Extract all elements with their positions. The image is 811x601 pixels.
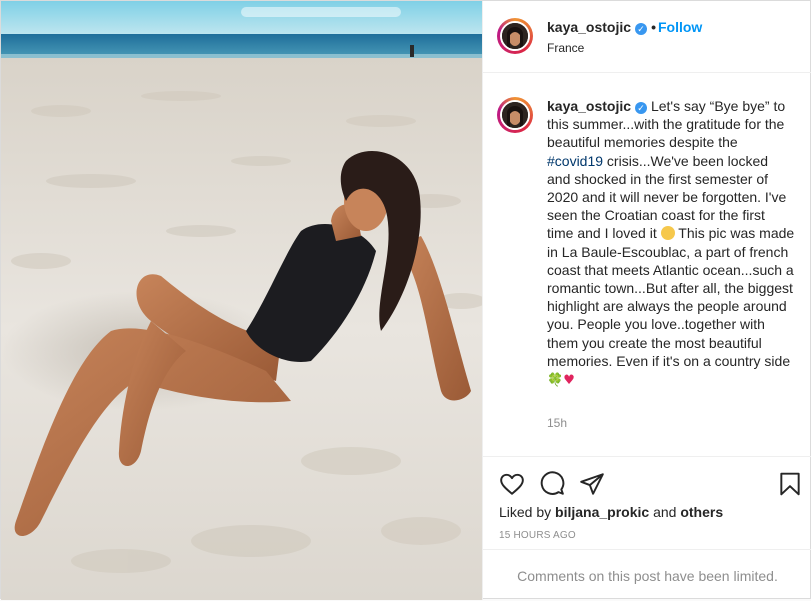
liked-by-user-link[interactable]: biljana_prokic [555, 504, 649, 520]
comment-bubble-icon[interactable] [539, 471, 565, 497]
caption-username[interactable]: kaya_ostojic [547, 98, 631, 114]
caption-text-part3: This pic was made in La Baule-Escoublac,… [547, 225, 795, 369]
caption-text: kaya_ostojic ✓ Let's say “Bye bye” to thi… [547, 97, 795, 390]
separator-dot: • [651, 19, 656, 35]
author-username-row: kaya_ostojic ✓ • Follow [547, 19, 702, 35]
author-username[interactable]: kaya_ostojic [547, 19, 631, 35]
caption-verified-badge-icon: ✓ [635, 102, 648, 114]
red-heart-emoji-icon: ♥ [563, 373, 575, 389]
caption-area: kaya_ostojic ✓ Let's say “Bye bye” to thi… [483, 73, 811, 456]
four-leaf-clover-emoji-icon: 🍀 [547, 373, 564, 389]
heart-outline-icon[interactable] [499, 471, 525, 497]
liked-by-others-link[interactable]: others [680, 504, 723, 520]
caption-avatar[interactable] [500, 100, 530, 130]
author-avatar-ring[interactable] [497, 18, 533, 54]
post-photo[interactable] [1, 1, 482, 600]
liked-by-connector: and [649, 504, 681, 520]
post-header: kaya_ostojic ✓ • Follow France [483, 1, 811, 73]
paper-plane-icon[interactable] [579, 471, 605, 497]
bookmark-icon[interactable] [777, 471, 803, 497]
hashtag-link[interactable]: #covid19 [547, 153, 603, 169]
caption-time[interactable]: 15h [547, 416, 567, 430]
liked-by-text: Liked by biljana_prokic and others [499, 504, 723, 520]
verified-badge-icon: ✓ [635, 23, 648, 35]
liked-by-prefix: Liked by [499, 504, 556, 520]
smiling-face-emoji-icon [660, 226, 675, 241]
author-avatar[interactable] [500, 21, 530, 51]
posted-time[interactable]: 15 HOURS AGO [499, 530, 576, 541]
post-actions: Liked by biljana_prokic and others 15 HO… [483, 456, 811, 601]
comments-limited-notice: Comments on this post have been limited. [483, 549, 811, 601]
follow-button[interactable]: Follow [658, 19, 702, 35]
post-location[interactable]: France [547, 41, 584, 55]
caption-avatar-ring[interactable] [497, 97, 533, 133]
post-modal: kaya_ostojic ✓ • Follow France kaya_ostojic… [0, 0, 811, 600]
post-side-panel: kaya_ostojic ✓ • Follow France kaya_ostojic… [482, 1, 811, 600]
